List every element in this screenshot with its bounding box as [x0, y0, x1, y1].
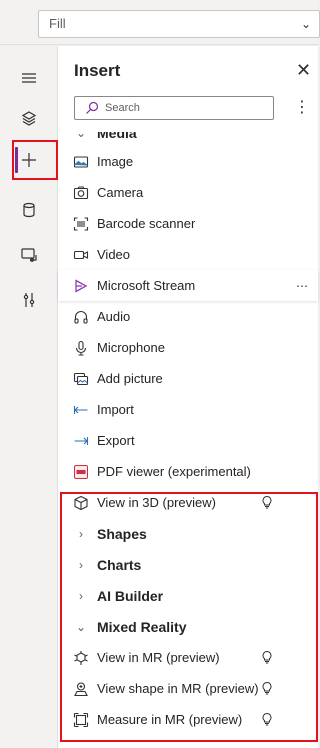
item-label: Microsoft Stream — [97, 278, 196, 293]
chevron-down-icon: ⌄ — [75, 132, 87, 140]
add-picture-icon — [73, 371, 89, 387]
item-label: PDF viewer (experimental) — [97, 464, 251, 479]
microphone-icon — [73, 340, 89, 356]
search-placeholder: Search — [105, 102, 140, 114]
image-icon — [73, 154, 89, 170]
list-item-import[interactable]: Import — [58, 394, 318, 425]
list-item-microphone[interactable]: Microphone — [58, 332, 318, 363]
list-item-video[interactable]: Video — [58, 239, 318, 270]
item-label: Barcode scanner — [97, 216, 196, 231]
group-label: Media — [97, 132, 137, 141]
insert-highlight-box — [12, 140, 58, 180]
list-item-audio[interactable]: Audio — [58, 301, 318, 332]
list-item-image[interactable]: Image — [58, 146, 318, 177]
database-icon[interactable] — [11, 192, 47, 228]
item-label: Image — [97, 154, 134, 169]
item-label: Microphone — [97, 340, 165, 355]
list-item-barcode-scanner[interactable]: Barcode scanner — [58, 208, 318, 239]
mixed-reality-highlight-box — [60, 492, 318, 742]
close-icon[interactable]: ✕ — [296, 60, 311, 81]
hamburger-icon[interactable] — [11, 60, 47, 96]
pdf-icon — [73, 464, 89, 480]
item-label: Camera — [97, 185, 144, 200]
camera-icon — [73, 185, 89, 201]
item-label: Add picture — [97, 371, 163, 386]
list-item-export[interactable]: Export — [58, 425, 318, 456]
property-dropdown-value: Fill — [49, 16, 66, 31]
stream-icon — [73, 278, 89, 294]
more-options-icon[interactable]: ⋯ — [296, 279, 308, 293]
property-bar: Fill ⌄ — [0, 0, 320, 45]
list-item-add-picture[interactable]: Add picture — [58, 363, 318, 394]
item-label: Video — [97, 247, 131, 262]
list-item-pdf-viewer[interactable]: PDF viewer (experimental) — [58, 456, 318, 487]
group-media[interactable]: ⌄ Media — [58, 132, 318, 146]
barcode-icon — [73, 216, 89, 232]
search-icon — [86, 101, 99, 114]
left-rail — [0, 46, 58, 748]
item-label: Import — [97, 402, 134, 417]
search-input[interactable]: Search — [74, 96, 274, 120]
list-item-camera[interactable]: Camera — [58, 177, 318, 208]
import-icon — [73, 402, 89, 418]
chevron-down-icon: ⌄ — [300, 17, 311, 31]
export-icon — [73, 433, 89, 449]
video-icon — [73, 247, 89, 263]
media-icon[interactable] — [11, 237, 47, 273]
tools-icon[interactable] — [11, 282, 47, 318]
layers-icon[interactable] — [11, 100, 47, 136]
list-item-microsoft-stream[interactable]: Microsoft Stream ⋯ — [58, 270, 318, 301]
headphones-icon — [73, 309, 89, 325]
property-dropdown[interactable]: Fill ⌄ — [38, 10, 320, 38]
more-options-icon[interactable]: ⋮ — [294, 96, 310, 120]
panel-title: Insert — [74, 61, 121, 80]
item-label: Export — [97, 433, 135, 448]
item-label: Audio — [97, 309, 131, 324]
